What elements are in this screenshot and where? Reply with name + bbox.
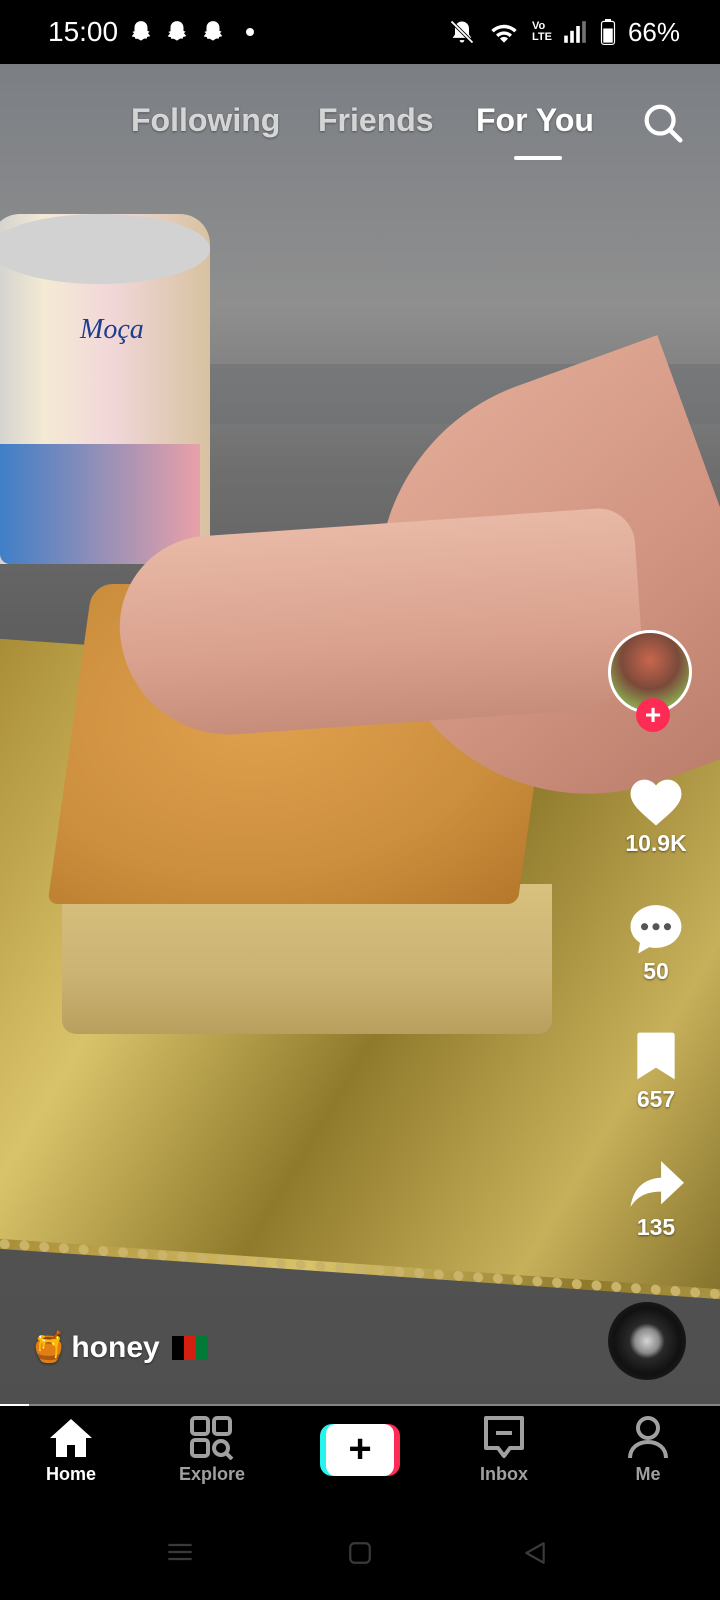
comment-icon xyxy=(630,905,682,954)
bookmark-button[interactable]: 657 xyxy=(608,1028,704,1113)
snapchat-ghost-icon xyxy=(167,21,187,41)
heart-icon xyxy=(630,779,682,826)
bookmark-icon xyxy=(637,1032,675,1080)
comment-count: 50 xyxy=(643,958,669,984)
recent-apps-icon[interactable] xyxy=(166,1540,194,1564)
home-icon xyxy=(50,1419,92,1457)
notification-dot xyxy=(246,28,255,36)
share-button[interactable]: 135 xyxy=(608,1156,704,1241)
explore-icon xyxy=(190,1416,234,1460)
system-navigation-bar xyxy=(0,1510,720,1600)
battery-icon xyxy=(600,19,616,45)
battery-percent: 66% xyxy=(627,16,680,47)
bookmark-count: 657 xyxy=(636,1086,676,1112)
nav-explore[interactable]: Explore xyxy=(157,1416,267,1485)
search-icon[interactable] xyxy=(640,100,686,146)
wifi-icon xyxy=(491,24,517,43)
afghanistan-flag-icon xyxy=(171,1335,208,1360)
can-lid xyxy=(0,214,210,284)
tab-friends[interactable]: Friends xyxy=(318,102,434,139)
honey-pot-emoji: 🍯 xyxy=(30,1331,68,1364)
share-icon xyxy=(630,1161,684,1207)
can-brand-label: Moça xyxy=(80,314,144,345)
cake-side xyxy=(62,884,552,1034)
nav-me[interactable]: Me xyxy=(593,1416,703,1485)
create-plus-icon: + xyxy=(326,1424,394,1476)
active-tab-indicator xyxy=(514,156,562,160)
follow-button[interactable]: + xyxy=(636,698,670,732)
nav-inbox[interactable]: Inbox xyxy=(449,1416,559,1485)
music-disc-icon[interactable] xyxy=(608,1302,686,1380)
bottom-navigation: Home Explore + Inbox Me xyxy=(0,1406,720,1510)
username[interactable]: honey xyxy=(71,1331,159,1365)
nav-home[interactable]: Home xyxy=(16,1416,126,1485)
snapchat-ghost-icon xyxy=(131,21,151,41)
feed-tabs: Following Friends For You xyxy=(0,98,720,168)
back-icon[interactable] xyxy=(522,1540,548,1566)
plus-icon: + xyxy=(644,699,662,730)
caption[interactable]: 🍯 honey xyxy=(30,1330,208,1365)
status-time: 15:00 xyxy=(48,16,119,47)
snapchat-ghost-icon xyxy=(203,21,223,41)
volte-icon: Vo LTE xyxy=(531,20,552,43)
signal-icon xyxy=(564,21,586,43)
tab-for-you[interactable]: For You xyxy=(476,102,594,139)
hand xyxy=(113,506,647,742)
creator-avatar-group: + xyxy=(608,630,698,740)
like-count: 10.9K xyxy=(625,830,687,856)
tab-following[interactable]: Following xyxy=(131,102,280,139)
share-count: 135 xyxy=(636,1214,676,1240)
bell-muted-icon xyxy=(450,20,474,44)
inbox-icon xyxy=(484,1416,524,1458)
comment-button[interactable]: 50 xyxy=(608,900,704,985)
like-button[interactable]: 10.9K xyxy=(608,772,704,857)
profile-icon xyxy=(628,1416,668,1459)
status-bar: 15:00 Vo LTE 66% xyxy=(0,0,720,64)
home-system-icon[interactable] xyxy=(347,1540,373,1566)
create-button[interactable]: + xyxy=(320,1424,400,1476)
